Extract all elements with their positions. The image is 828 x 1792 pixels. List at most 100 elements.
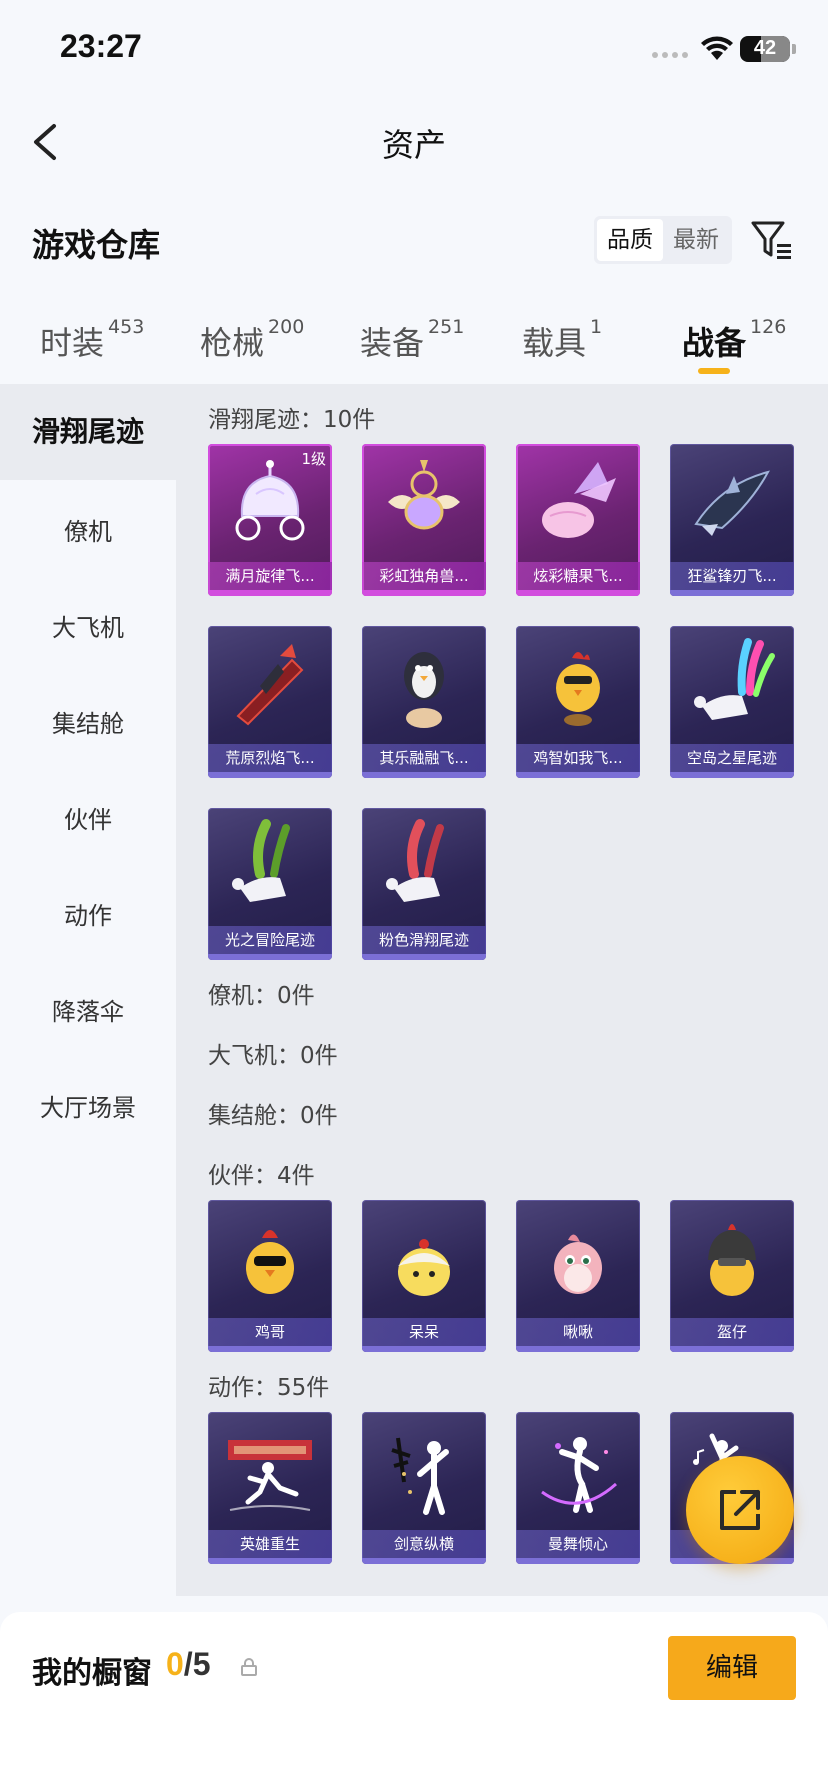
sidebar-item-partner[interactable]: 伙伴 bbox=[0, 800, 176, 835]
tab-label: 载具 bbox=[522, 324, 587, 362]
battery-level: 42 bbox=[753, 37, 777, 59]
shark-icon bbox=[694, 470, 770, 536]
penguin-icon bbox=[404, 652, 444, 728]
carriage-icon bbox=[235, 460, 305, 541]
item-card[interactable]: 炫彩糖果飞... bbox=[516, 444, 640, 596]
unicorn-glider-icon bbox=[388, 460, 460, 530]
sort-toggle: 品质 最新 bbox=[594, 216, 732, 264]
tab-label: 时装 bbox=[40, 324, 105, 362]
sidebar: 滑翔尾迹 僚机 大飞机 集结舱 伙伴 动作 降落伞 大厅场景 bbox=[0, 384, 176, 1596]
page-title: 资产 bbox=[381, 126, 446, 164]
sort-quality-button[interactable]: 品质 bbox=[597, 219, 663, 261]
item-name: 曼舞倾心 bbox=[516, 1530, 640, 1558]
item-card[interactable]: 鸡智如我飞... bbox=[516, 626, 640, 778]
hero-pose-icon bbox=[228, 1440, 312, 1511]
item-card[interactable]: 啾啾 bbox=[516, 1200, 640, 1352]
item-card[interactable]: 其乐融融飞... bbox=[362, 626, 486, 778]
sort-newest-button[interactable]: 最新 bbox=[663, 219, 729, 261]
sidebar-item-plane[interactable]: 大飞机 bbox=[0, 608, 176, 643]
sidebar-item-lobby[interactable]: 大厅场景 bbox=[0, 1088, 176, 1123]
item-name: 鸡智如我飞... bbox=[516, 744, 640, 772]
item-card[interactable]: 鸡哥 bbox=[208, 1200, 332, 1352]
candy-glider-icon bbox=[542, 462, 616, 538]
section-header-pod: 集结舱：0件 bbox=[208, 1103, 338, 1129]
item-card[interactable]: 1级 满月旋律飞... bbox=[208, 444, 332, 596]
showcase-bar: 我的橱窗 0/5 编辑 bbox=[0, 1612, 828, 1792]
tab-count: 251 bbox=[428, 316, 465, 338]
item-card[interactable]: 彩虹独角兽... bbox=[362, 444, 486, 596]
item-name: 其乐融融飞... bbox=[362, 744, 486, 772]
tab-label: 装备 bbox=[360, 324, 425, 362]
flame-glider-icon bbox=[236, 644, 304, 726]
warehouse-title: 游戏仓库 bbox=[32, 226, 161, 264]
wifi-icon bbox=[701, 36, 733, 60]
share-button[interactable] bbox=[686, 1456, 794, 1564]
item-card[interactable]: 盔仔 bbox=[670, 1200, 794, 1352]
item-card[interactable]: 英雄重生 bbox=[208, 1412, 332, 1564]
item-name: 剑意纵横 bbox=[362, 1530, 486, 1558]
tab-equipment[interactable]: 装备 251 bbox=[360, 316, 465, 364]
filter-icon[interactable] bbox=[750, 218, 794, 262]
bird-icon bbox=[554, 1234, 602, 1294]
item-name: 荒原烈焰飞... bbox=[208, 744, 332, 772]
tab-count: 200 bbox=[268, 316, 305, 338]
item-name: 光之冒险尾迹 bbox=[208, 926, 332, 954]
item-name: 英雄重生 bbox=[208, 1530, 332, 1558]
showcase-label: 我的橱窗 bbox=[32, 1656, 152, 1691]
section-header-plane: 大飞机：0件 bbox=[208, 1043, 338, 1069]
item-card[interactable]: 光之冒险尾迹 bbox=[208, 808, 332, 960]
tab-combat-gear[interactable]: 战备 126 bbox=[682, 316, 787, 364]
section-header-glide: 滑翔尾迹：10件 bbox=[208, 407, 376, 433]
green-trail-icon bbox=[232, 819, 290, 902]
lock-icon bbox=[241, 1658, 257, 1676]
battery-icon: 42 bbox=[740, 36, 790, 62]
item-list: 滑翔尾迹：10件 1级 满月旋律飞... 彩虹独角兽... 炫彩糖果飞... 狂… bbox=[176, 384, 828, 1596]
item-name: 鸡哥 bbox=[208, 1318, 332, 1346]
item-name: 满月旋律飞... bbox=[208, 562, 332, 590]
item-name: 空岛之星尾迹 bbox=[670, 744, 794, 772]
tab-count: 126 bbox=[750, 316, 787, 338]
status-time: 23:27 bbox=[60, 28, 142, 64]
tab-guns[interactable]: 枪械 200 bbox=[200, 316, 305, 364]
helmet-chick-icon bbox=[708, 1224, 756, 1296]
tab-fashion[interactable]: 时装 453 bbox=[40, 316, 145, 364]
nav-bar: 资产 bbox=[0, 100, 828, 180]
signal-icon bbox=[652, 52, 688, 58]
chick-icon bbox=[398, 1239, 450, 1296]
status-bar: 23:27 42 bbox=[0, 0, 828, 100]
item-name: 彩虹独角兽... bbox=[362, 562, 486, 590]
section-header-wingman: 僚机：0件 bbox=[208, 983, 315, 1009]
sidebar-item-pod[interactable]: 集结舱 bbox=[0, 704, 176, 739]
tab-vehicles[interactable]: 载具 1 bbox=[522, 316, 603, 364]
pink-trail-icon bbox=[386, 819, 444, 902]
item-card[interactable]: 呆呆 bbox=[362, 1200, 486, 1352]
edit-button[interactable]: 编辑 bbox=[668, 1636, 796, 1700]
sidebar-item-parachute[interactable]: 降落伞 bbox=[0, 992, 176, 1027]
item-name: 盔仔 bbox=[670, 1318, 794, 1346]
tab-active-indicator bbox=[698, 368, 730, 374]
chicken-sunglasses-icon bbox=[246, 1230, 294, 1294]
item-card[interactable]: 荒原烈焰飞... bbox=[208, 626, 332, 778]
sidebar-item-wingman[interactable]: 僚机 bbox=[0, 512, 176, 547]
level-badge: 1级 bbox=[301, 450, 326, 468]
showcase-current: 0 bbox=[166, 1646, 184, 1682]
sidebar-item-glide-trail[interactable]: 滑翔尾迹 bbox=[0, 384, 176, 480]
tab-label: 枪械 bbox=[200, 324, 265, 362]
item-name: 炫彩糖果飞... bbox=[516, 562, 640, 590]
section-header-partner: 伙伴：4件 bbox=[208, 1163, 315, 1189]
item-name: 呆呆 bbox=[362, 1318, 486, 1346]
section-header-emote: 动作：55件 bbox=[208, 1375, 330, 1401]
tab-count: 453 bbox=[108, 316, 145, 338]
dance-pose-icon bbox=[541, 1437, 617, 1513]
item-card[interactable]: 空岛之星尾迹 bbox=[670, 626, 794, 778]
tab-count: 1 bbox=[590, 316, 603, 338]
battery-cap bbox=[792, 44, 796, 54]
item-card[interactable]: 狂鲨锋刃飞... bbox=[670, 444, 794, 596]
showcase-count: 0/5 bbox=[166, 1646, 210, 1683]
item-card[interactable]: 粉色滑翔尾迹 bbox=[362, 808, 486, 960]
item-card[interactable]: 曼舞倾心 bbox=[516, 1412, 640, 1564]
showcase-separator: / bbox=[183, 1646, 193, 1682]
sidebar-item-emote[interactable]: 动作 bbox=[0, 896, 176, 931]
item-card[interactable]: 剑意纵横 bbox=[362, 1412, 486, 1564]
showcase-total: 5 bbox=[192, 1646, 211, 1682]
